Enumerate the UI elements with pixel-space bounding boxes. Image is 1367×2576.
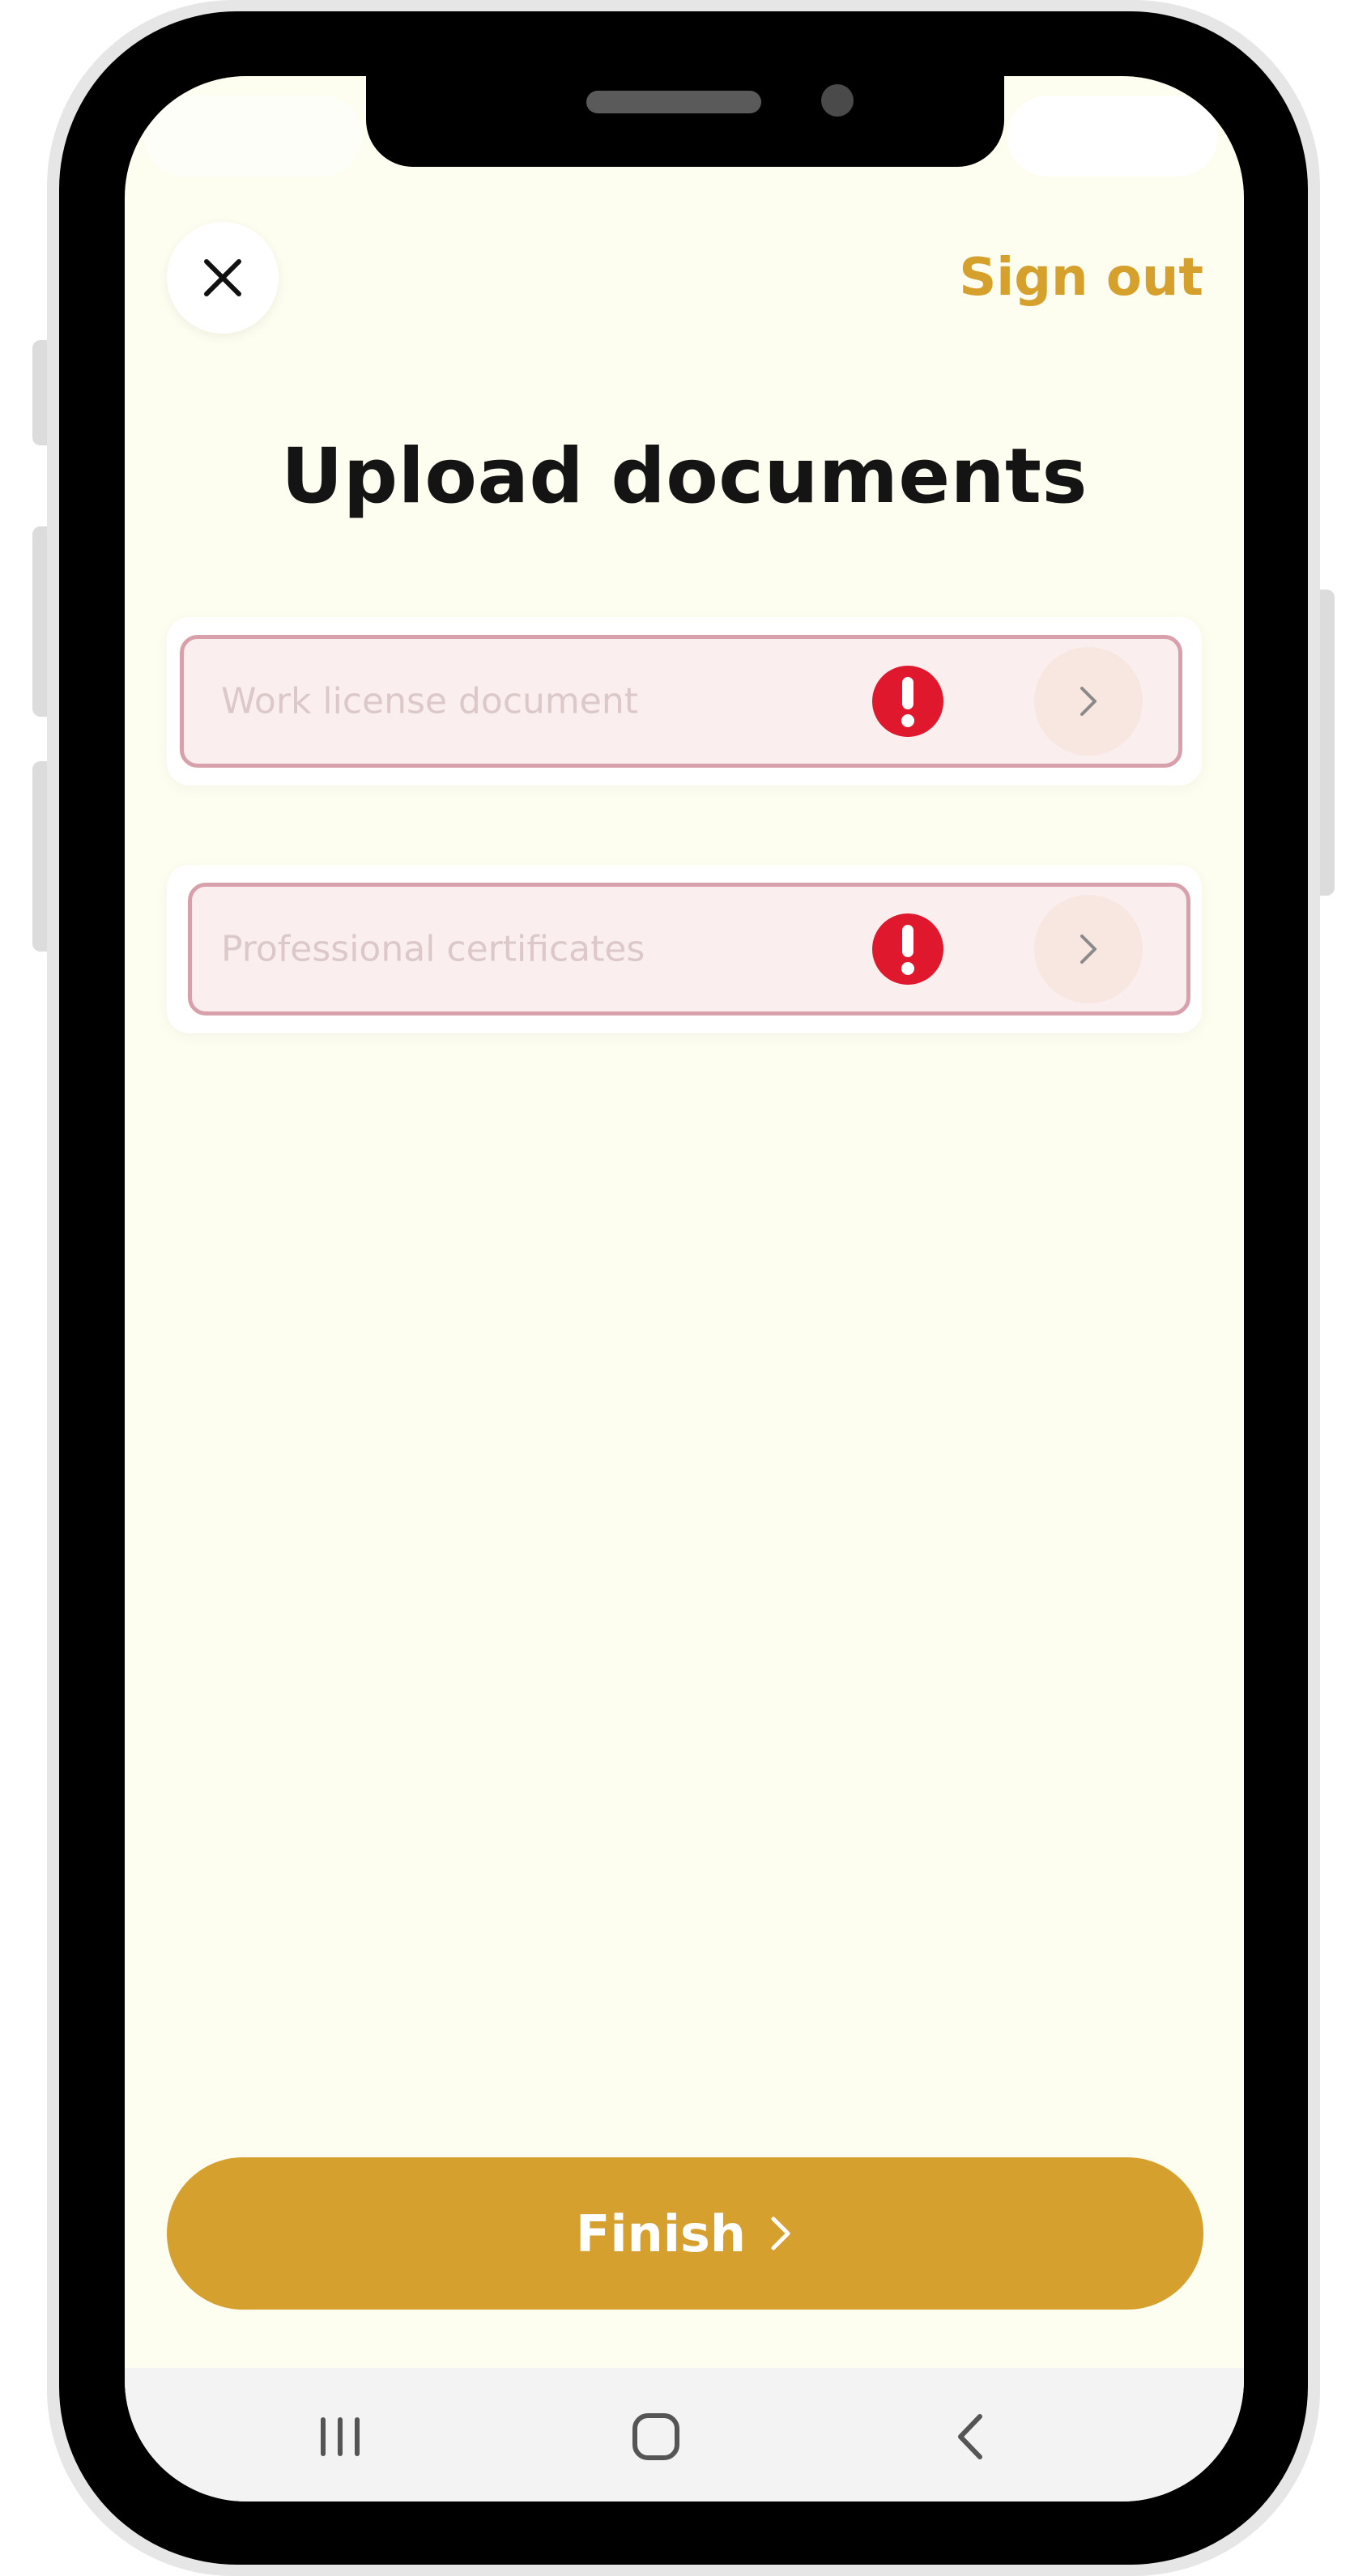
back-button[interactable] xyxy=(930,2400,1011,2473)
document-card: Work license document xyxy=(167,617,1202,786)
recents-icon xyxy=(321,2417,360,2456)
notch xyxy=(366,76,1004,167)
close-button[interactable] xyxy=(167,222,279,334)
status-bar-right xyxy=(1007,96,1218,177)
front-camera xyxy=(821,84,854,117)
finish-label: Finish xyxy=(575,2203,747,2263)
document-open-button[interactable] xyxy=(1034,895,1143,1003)
home-button[interactable] xyxy=(615,2400,696,2473)
exclamation-icon xyxy=(872,913,943,985)
document-open-button[interactable] xyxy=(1034,647,1143,756)
close-icon xyxy=(204,259,241,296)
status-bar-left xyxy=(144,96,363,177)
sign-out-link[interactable]: Sign out xyxy=(959,248,1203,308)
home-icon xyxy=(632,2413,679,2460)
phone-screen: Sign out Upload documents Work license d… xyxy=(125,76,1244,2501)
chevron-right-icon xyxy=(1080,935,1097,964)
document-label: Work license document xyxy=(221,680,638,722)
chevron-right-icon xyxy=(771,2216,790,2250)
document-label: Professional certificates xyxy=(221,928,645,970)
page-title: Upload documents xyxy=(281,432,1088,521)
recents-button[interactable] xyxy=(300,2400,381,2473)
exclamation-icon xyxy=(872,666,943,737)
system-navigation-bar xyxy=(125,2368,1244,2501)
finish-button[interactable]: Finish xyxy=(167,2157,1203,2310)
speaker-grille xyxy=(586,91,761,113)
document-row-work-license[interactable]: Work license document xyxy=(180,635,1182,768)
document-card: Professional certificates xyxy=(167,865,1202,1033)
document-row-professional-certificates[interactable]: Professional certificates xyxy=(188,883,1190,1015)
phone-mockup: Sign out Upload documents Work license d… xyxy=(0,0,1367,2576)
chevron-right-icon xyxy=(1080,687,1097,716)
back-icon xyxy=(958,2414,982,2459)
